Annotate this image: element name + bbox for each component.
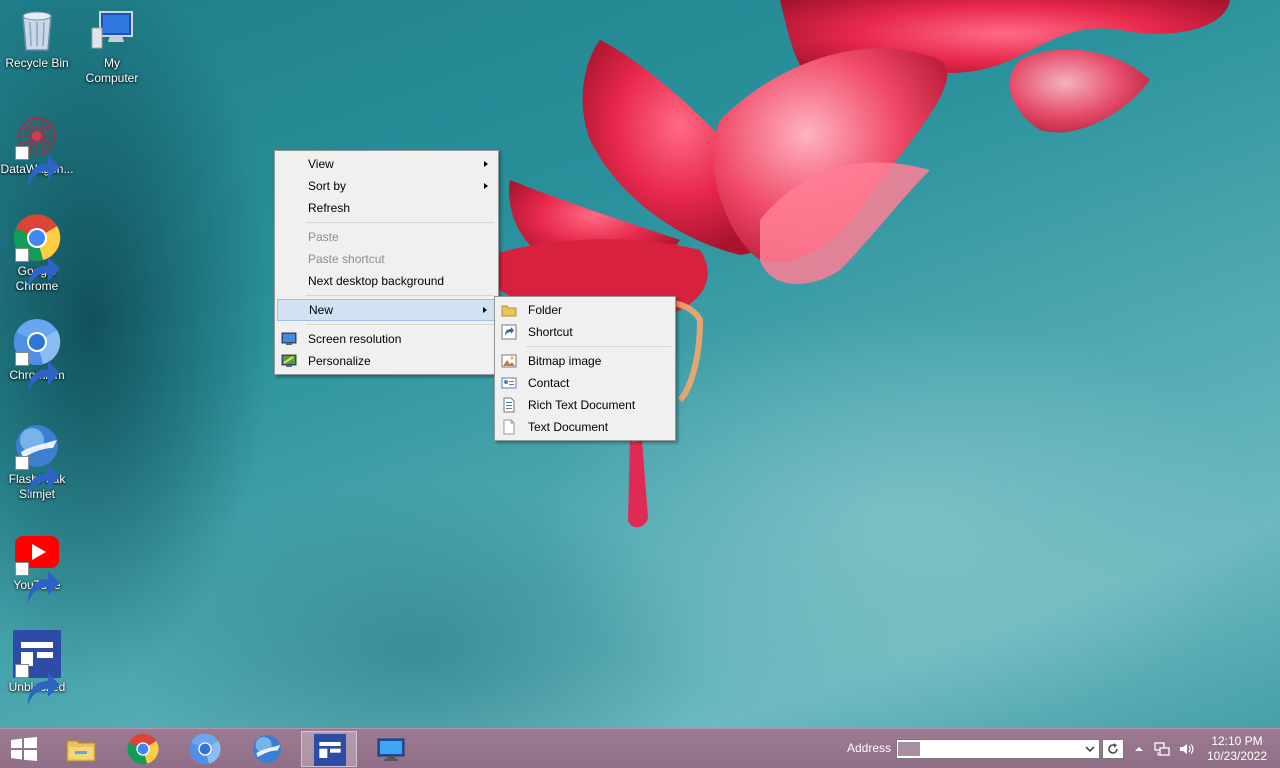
rich-text-document-icon xyxy=(501,397,517,413)
desktop-icon-unblocked[interactable]: Unblocked xyxy=(0,630,74,705)
menu-item-label: Paste xyxy=(308,230,339,244)
unblocked-app-icon xyxy=(314,734,346,766)
desktop-icon-datawagon[interactable]: DataWagon... xyxy=(0,112,74,187)
taskbar-remote-desktop[interactable] xyxy=(363,731,419,767)
menu-item-label: Next desktop background xyxy=(308,274,445,288)
menu-item-label: Refresh xyxy=(308,201,351,215)
submenu-arrow-icon xyxy=(484,183,488,189)
menu-separator xyxy=(526,346,671,347)
shortcut-arrow-icon xyxy=(15,352,60,393)
desktop-icon-flashpeak-slimjet[interactable]: FlashPeak Slimjet xyxy=(0,422,74,502)
contact-card-icon xyxy=(501,375,517,391)
menu-item-label: Personalize xyxy=(308,354,371,368)
start-button[interactable] xyxy=(0,729,48,768)
submenu-item-contact[interactable]: Contact xyxy=(497,372,673,394)
datawagon-logo-icon xyxy=(13,112,61,187)
taskbar: Address 12:10 PM 10/23/2022 xyxy=(0,728,1280,768)
submenu-arrow-icon xyxy=(484,161,488,167)
address-favicon xyxy=(898,742,920,756)
recycle-bin-icon xyxy=(13,6,61,54)
chromium-icon xyxy=(189,733,221,765)
clock-date: 10/23/2022 xyxy=(1206,749,1268,763)
menu-separator xyxy=(306,295,494,296)
menu-item-label: Rich Text Document xyxy=(528,398,636,412)
submenu-item-shortcut[interactable]: Shortcut xyxy=(497,321,673,343)
address-refresh-button[interactable] xyxy=(1102,739,1124,759)
menu-item-new[interactable]: New xyxy=(277,299,496,321)
address-input[interactable] xyxy=(921,741,1081,757)
menu-item-label: Text Document xyxy=(528,420,609,434)
menu-item-paste-shortcut[interactable]: Paste shortcut xyxy=(277,248,496,270)
menu-item-label: New xyxy=(309,303,334,317)
shortcut-arrow-icon xyxy=(15,456,60,497)
refresh-icon xyxy=(1108,743,1118,754)
taskbar-file-explorer[interactable] xyxy=(53,731,109,767)
submenu-item-bitmap-image[interactable]: Bitmap image xyxy=(497,350,673,372)
menu-item-label: Contact xyxy=(528,376,570,390)
bitmap-image-icon xyxy=(501,353,517,369)
chromium-icon xyxy=(13,318,61,393)
file-explorer-icon xyxy=(66,740,96,762)
address-bar[interactable] xyxy=(896,739,1100,759)
slimjet-globe-icon xyxy=(13,422,61,497)
new-submenu: Folder Shortcut Bitmap image Contact Ric… xyxy=(494,296,676,441)
shortcut-icon xyxy=(501,324,517,340)
monitor-icon xyxy=(281,331,297,347)
unblocked-app-icon xyxy=(13,630,61,705)
taskbar-chromium[interactable] xyxy=(177,731,233,767)
menu-item-label: Bitmap image xyxy=(528,354,602,368)
desktop-icon-label: My Computer xyxy=(85,56,139,85)
shortcut-arrow-icon xyxy=(15,562,60,603)
network-icon[interactable] xyxy=(1154,741,1170,757)
text-document-icon xyxy=(501,419,517,435)
menu-item-label: Shortcut xyxy=(528,325,573,339)
windows-logo-icon xyxy=(11,737,37,761)
menu-separator xyxy=(306,324,494,325)
menu-item-label: Folder xyxy=(528,303,563,317)
youtube-icon xyxy=(13,528,61,603)
menu-item-refresh[interactable]: Refresh xyxy=(277,197,496,219)
menu-item-screen-resolution[interactable]: Screen resolution xyxy=(277,328,496,350)
menu-item-label: Sort by xyxy=(308,179,347,193)
taskbar-google-chrome[interactable] xyxy=(115,731,171,767)
shortcut-arrow-icon xyxy=(15,664,60,705)
show-hidden-icons-chevron-up-icon[interactable] xyxy=(1131,741,1147,757)
folder-icon xyxy=(501,302,517,318)
menu-item-next-desktop-background[interactable]: Next desktop background xyxy=(277,270,496,292)
chrome-icon xyxy=(13,214,61,289)
desktop-icon-my-computer[interactable]: My Computer xyxy=(75,6,149,86)
menu-item-sort-by[interactable]: Sort by xyxy=(277,175,496,197)
submenu-item-rich-text-document[interactable]: Rich Text Document xyxy=(497,394,673,416)
menu-item-paste[interactable]: Paste xyxy=(277,226,496,248)
shortcut-arrow-icon xyxy=(15,146,60,187)
shortcut-arrow-icon xyxy=(15,248,60,289)
volume-icon[interactable] xyxy=(1178,741,1194,757)
taskbar-clock[interactable]: 12:10 PM 10/23/2022 xyxy=(1200,734,1274,764)
desktop-icon-recycle-bin[interactable]: Recycle Bin xyxy=(0,6,74,71)
chrome-icon xyxy=(127,733,159,765)
submenu-item-text-document[interactable]: Text Document xyxy=(497,416,673,438)
desktop-icon-youtube[interactable]: YouTube xyxy=(0,528,74,603)
desktop-icon-chromium[interactable]: Chromium xyxy=(0,318,74,393)
desktop-context-menu: View Sort by Refresh Paste Paste shortcu… xyxy=(274,150,499,375)
computer-icon xyxy=(88,6,136,54)
monitor-icon xyxy=(377,738,405,761)
address-toolbar-label: Address xyxy=(847,741,892,755)
desktop-icon-google-chrome[interactable]: Google Chrome xyxy=(0,214,74,294)
clock-time: 12:10 PM xyxy=(1211,734,1263,748)
chevron-down-icon[interactable] xyxy=(1084,742,1096,756)
submenu-item-folder[interactable]: Folder xyxy=(497,299,673,321)
personalize-icon xyxy=(281,353,297,369)
menu-item-label: View xyxy=(308,157,334,171)
menu-item-view[interactable]: View xyxy=(277,153,496,175)
desktop-icon-label: Recycle Bin xyxy=(5,56,69,70)
submenu-arrow-icon xyxy=(483,307,487,313)
menu-item-label: Screen resolution xyxy=(308,332,402,346)
menu-item-label: Paste shortcut xyxy=(308,252,385,266)
taskbar-unblocked[interactable] xyxy=(301,731,357,767)
slimjet-globe-icon xyxy=(253,735,281,763)
menu-item-personalize[interactable]: Personalize xyxy=(277,350,496,372)
taskbar-slimjet[interactable] xyxy=(239,731,295,767)
menu-separator xyxy=(306,222,494,223)
